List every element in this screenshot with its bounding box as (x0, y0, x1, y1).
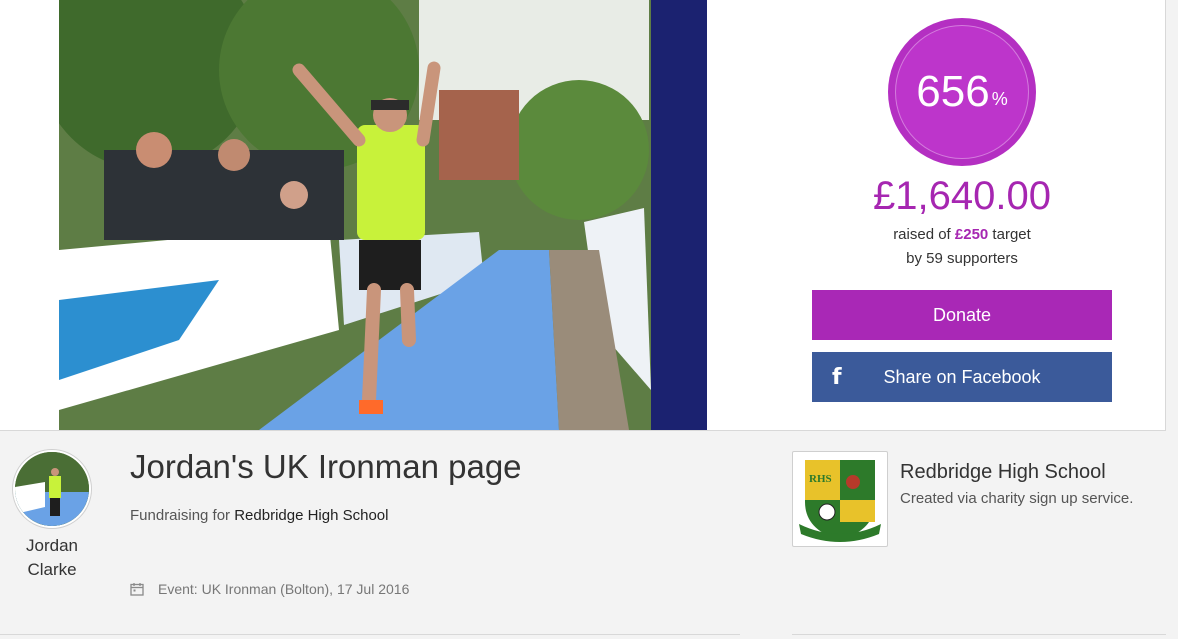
event-line: Event: UK Ironman (Bolton), 17 Jul 2016 (130, 581, 409, 597)
page-title: Jordan's UK Ironman page (130, 448, 522, 485)
fundraiser-last-name: Clarke (27, 560, 77, 579)
supporters-prefix: by (906, 250, 927, 267)
event-text: Event: UK Ironman (Bolton), 17 Jul 2016 (158, 581, 410, 597)
target-prefix: raised of (893, 226, 955, 243)
donate-button[interactable]: Donate (812, 290, 1112, 340)
share-facebook-button[interactable]: f Share on Facebook (812, 352, 1112, 402)
progress-ring: 656% (888, 18, 1036, 166)
hero-photo (59, 0, 707, 430)
fundraiser-name[interactable]: Jordan Clarke (4, 534, 100, 582)
progress-panel: 656% £1,640.00 raised of £250 target by … (812, 0, 1112, 430)
target-suffix: target (988, 226, 1031, 243)
supporters-line: by 59 supporters (812, 250, 1112, 267)
svg-text:RHS: RHS (809, 473, 832, 485)
target-amount: £250 (954, 226, 989, 243)
fundraising-for-line: Fundraising for Redbridge High School (130, 507, 388, 524)
divider (0, 634, 740, 635)
charity-name[interactable]: Redbridge High School (900, 461, 1106, 484)
supporters-suffix: supporters (942, 250, 1018, 267)
facebook-icon: f (832, 365, 842, 390)
raised-amount: £1,640.00 (873, 174, 1051, 218)
progress-percent: 656 (916, 67, 990, 116)
target-line: raised of £250 target (812, 226, 1112, 243)
progress-percent-sign: % (991, 88, 1008, 109)
progress-ring-inner: 656% (895, 25, 1029, 159)
calendar-icon (130, 583, 144, 596)
fundraiser-first-name: Jordan (26, 536, 78, 555)
supporters-count: 59 (926, 250, 943, 267)
fundraising-charity-link[interactable]: Redbridge High School (234, 507, 388, 524)
divider (792, 634, 1166, 635)
charity-logo[interactable]: RHS (792, 451, 888, 547)
hero-panel: 656% £1,640.00 raised of £250 target by … (0, 0, 1166, 431)
fundraising-prefix: Fundraising for (130, 507, 235, 524)
share-facebook-label: Share on Facebook (883, 366, 1041, 387)
avatar[interactable] (13, 450, 91, 528)
charity-subtitle: Created via charity sign up service. (900, 490, 1134, 507)
